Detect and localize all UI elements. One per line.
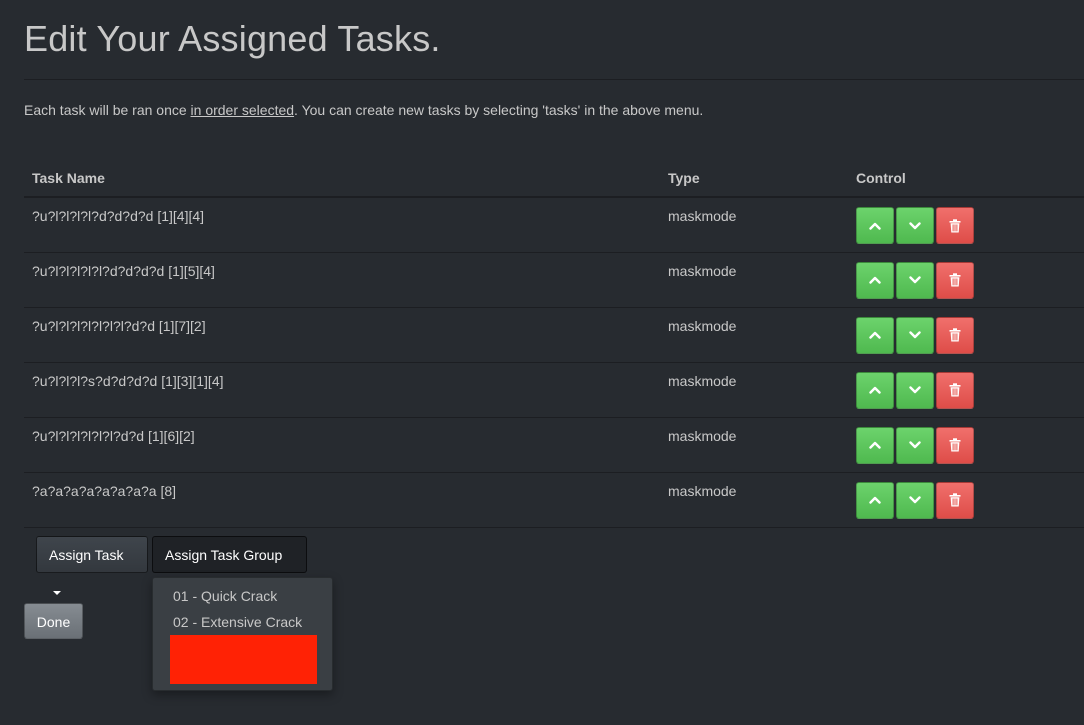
task-type-cell: maskmode: [660, 251, 848, 307]
task-type-cell: maskmode: [660, 306, 848, 362]
menu-item-quick-crack[interactable]: 01 - Quick Crack: [153, 586, 332, 612]
intro-emphasis: in order selected: [190, 102, 295, 118]
task-type-cell: maskmode: [660, 196, 848, 252]
task-type-cell: maskmode: [660, 416, 848, 472]
assign-task-group-button[interactable]: Assign Task Group: [152, 536, 307, 596]
task-group-dropdown-menu: 01 - Quick Crack 02 - Extensive Crack: [152, 577, 333, 691]
control-cell: [848, 471, 1084, 528]
caret-down-icon: [53, 591, 61, 596]
assign-task-label: Assign Task: [49, 547, 124, 563]
move-down-button[interactable]: [896, 261, 934, 299]
title-divider: [24, 79, 1084, 80]
delete-task-button[interactable]: [936, 426, 974, 464]
move-down-button[interactable]: [896, 371, 934, 409]
task-type-cell: maskmode: [660, 471, 848, 528]
redacted-menu-item[interactable]: [170, 635, 317, 684]
control-cell: [848, 361, 1084, 417]
page-title: Edit Your Assigned Tasks.: [24, 18, 441, 59]
table-row: ?u?l?l?l?s?d?d?d?d [1][3][1][4] maskmode: [24, 361, 1084, 417]
move-up-button[interactable]: [856, 371, 894, 409]
table-row: ?u?l?l?l?l?l?l?l?d?d [1][7][2] maskmode: [24, 306, 1084, 362]
header-control: Control: [848, 160, 1084, 198]
delete-task-button[interactable]: [936, 207, 974, 244]
table-row: ?u?l?l?l?l?d?d?d?d [1][4][4] maskmode: [24, 196, 1084, 252]
control-cell: [848, 306, 1084, 362]
move-down-button[interactable]: [896, 426, 934, 464]
delete-task-button[interactable]: [936, 481, 974, 519]
delete-task-button[interactable]: [936, 261, 974, 299]
move-up-button[interactable]: [856, 261, 894, 299]
header-task-name: Task Name: [24, 160, 660, 198]
task-name-cell: ?u?l?l?l?l?l?l?l?d?d [1][7][2]: [24, 306, 660, 362]
task-name-cell: ?u?l?l?l?l?l?l?d?d [1][6][2]: [24, 416, 660, 472]
control-cell: [848, 196, 1084, 252]
intro-text: Each task will be ran once in order sele…: [24, 102, 703, 118]
page: Edit Your Assigned Tasks. Each task will…: [0, 0, 1084, 725]
task-type-cell: maskmode: [660, 361, 848, 417]
move-down-button[interactable]: [896, 481, 934, 519]
task-name-cell: ?u?l?l?l?l?l?d?d?d?d [1][5][4]: [24, 251, 660, 307]
move-up-button[interactable]: [856, 426, 894, 464]
assign-task-group-label: Assign Task Group: [165, 547, 283, 563]
table-row: ?u?l?l?l?l?l?d?d?d?d [1][5][4] maskmode: [24, 251, 1084, 307]
move-down-button[interactable]: [896, 207, 934, 244]
table-row: ?u?l?l?l?l?l?l?d?d [1][6][2] maskmode: [24, 416, 1084, 472]
delete-task-button[interactable]: [936, 371, 974, 409]
table-row: ?a?a?a?a?a?a?a?a [8] maskmode: [24, 471, 1084, 528]
intro-text-end: . You can create new tasks by selecting …: [294, 102, 704, 118]
move-up-button[interactable]: [856, 316, 894, 354]
assign-task-button[interactable]: Assign Task: [36, 536, 148, 596]
intro-text-start: Each task will be ran once: [24, 102, 191, 118]
tasks-table: Task Name Type Control ?u?l?l?l?l?d?d?d?…: [24, 160, 1084, 528]
task-name-cell: ?u?l?l?l?l?d?d?d?d [1][4][4]: [24, 196, 660, 252]
done-button[interactable]: Done: [24, 603, 83, 639]
move-up-button[interactable]: [856, 481, 894, 519]
task-name-cell: ?a?a?a?a?a?a?a?a [8]: [24, 471, 660, 528]
control-cell: [848, 416, 1084, 472]
control-cell: [848, 251, 1084, 307]
delete-task-button[interactable]: [936, 316, 974, 354]
task-name-cell: ?u?l?l?l?s?d?d?d?d [1][3][1][4]: [24, 361, 660, 417]
move-up-button[interactable]: [856, 207, 894, 244]
table-header-row: Task Name Type Control: [24, 160, 1084, 198]
move-down-button[interactable]: [896, 316, 934, 354]
header-type: Type: [660, 160, 848, 198]
